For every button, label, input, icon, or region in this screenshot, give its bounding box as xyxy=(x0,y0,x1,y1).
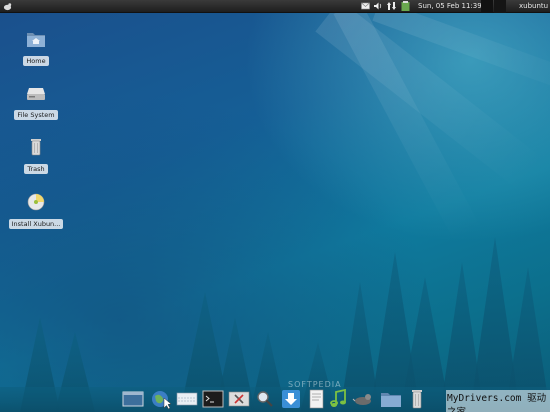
mail-client-icon[interactable] xyxy=(352,389,374,409)
desktop-icon-file-system[interactable]: File System xyxy=(6,84,66,121)
workspace-1[interactable] xyxy=(481,0,493,13)
settings-icon[interactable] xyxy=(228,389,250,409)
window-switcher-icon[interactable] xyxy=(176,389,198,409)
clipboard-icon[interactable] xyxy=(401,1,410,11)
search-icon[interactable] xyxy=(254,389,276,409)
desktop-wallpaper[interactable]: Sun, 05 Feb 11:39 xubuntu Home File Syst… xyxy=(0,0,550,412)
download-icon[interactable] xyxy=(280,389,302,409)
forest-silhouette xyxy=(0,237,550,412)
desktop-icon-label: File System xyxy=(14,110,58,120)
trash-icon xyxy=(26,138,46,156)
clock[interactable]: Sun, 05 Feb 11:39 xyxy=(418,0,482,13)
top-panel: Sun, 05 Feb 11:39 xubuntu xyxy=(0,0,550,13)
dock-panel xyxy=(120,387,430,411)
network-icon[interactable] xyxy=(387,2,396,10)
xfce-mouse-icon xyxy=(3,3,12,11)
install-disc-icon xyxy=(26,193,46,211)
text-editor-icon[interactable] xyxy=(306,389,328,409)
web-browser-icon[interactable] xyxy=(150,389,172,410)
desktop-icon-home[interactable]: Home xyxy=(6,30,66,67)
desktop-icon-install[interactable]: Install Xubun... xyxy=(6,193,66,230)
file-system-icon xyxy=(26,84,46,102)
desktop-icon-label: Trash xyxy=(24,164,48,174)
workspace-2[interactable] xyxy=(494,0,506,13)
home-folder-icon xyxy=(26,30,46,48)
applications-menu-button[interactable] xyxy=(3,0,12,13)
volume-icon[interactable] xyxy=(374,2,383,10)
mail-icon[interactable] xyxy=(361,2,370,10)
user-menu[interactable]: xubuntu xyxy=(519,0,548,13)
desktop-icon-label: Home xyxy=(23,56,49,66)
media-player-icon[interactable] xyxy=(328,388,350,409)
file-manager-icon[interactable] xyxy=(380,389,402,409)
show-desktop-icon[interactable] xyxy=(122,389,144,409)
desktop-icon-label: Install Xubun... xyxy=(8,219,64,229)
mydrivers-watermark: MyDrivers.com 驱动之家 xyxy=(446,390,550,412)
terminal-icon[interactable] xyxy=(202,389,224,409)
desktop-icon-trash[interactable]: Trash xyxy=(6,138,66,175)
trash-icon[interactable] xyxy=(406,389,428,409)
